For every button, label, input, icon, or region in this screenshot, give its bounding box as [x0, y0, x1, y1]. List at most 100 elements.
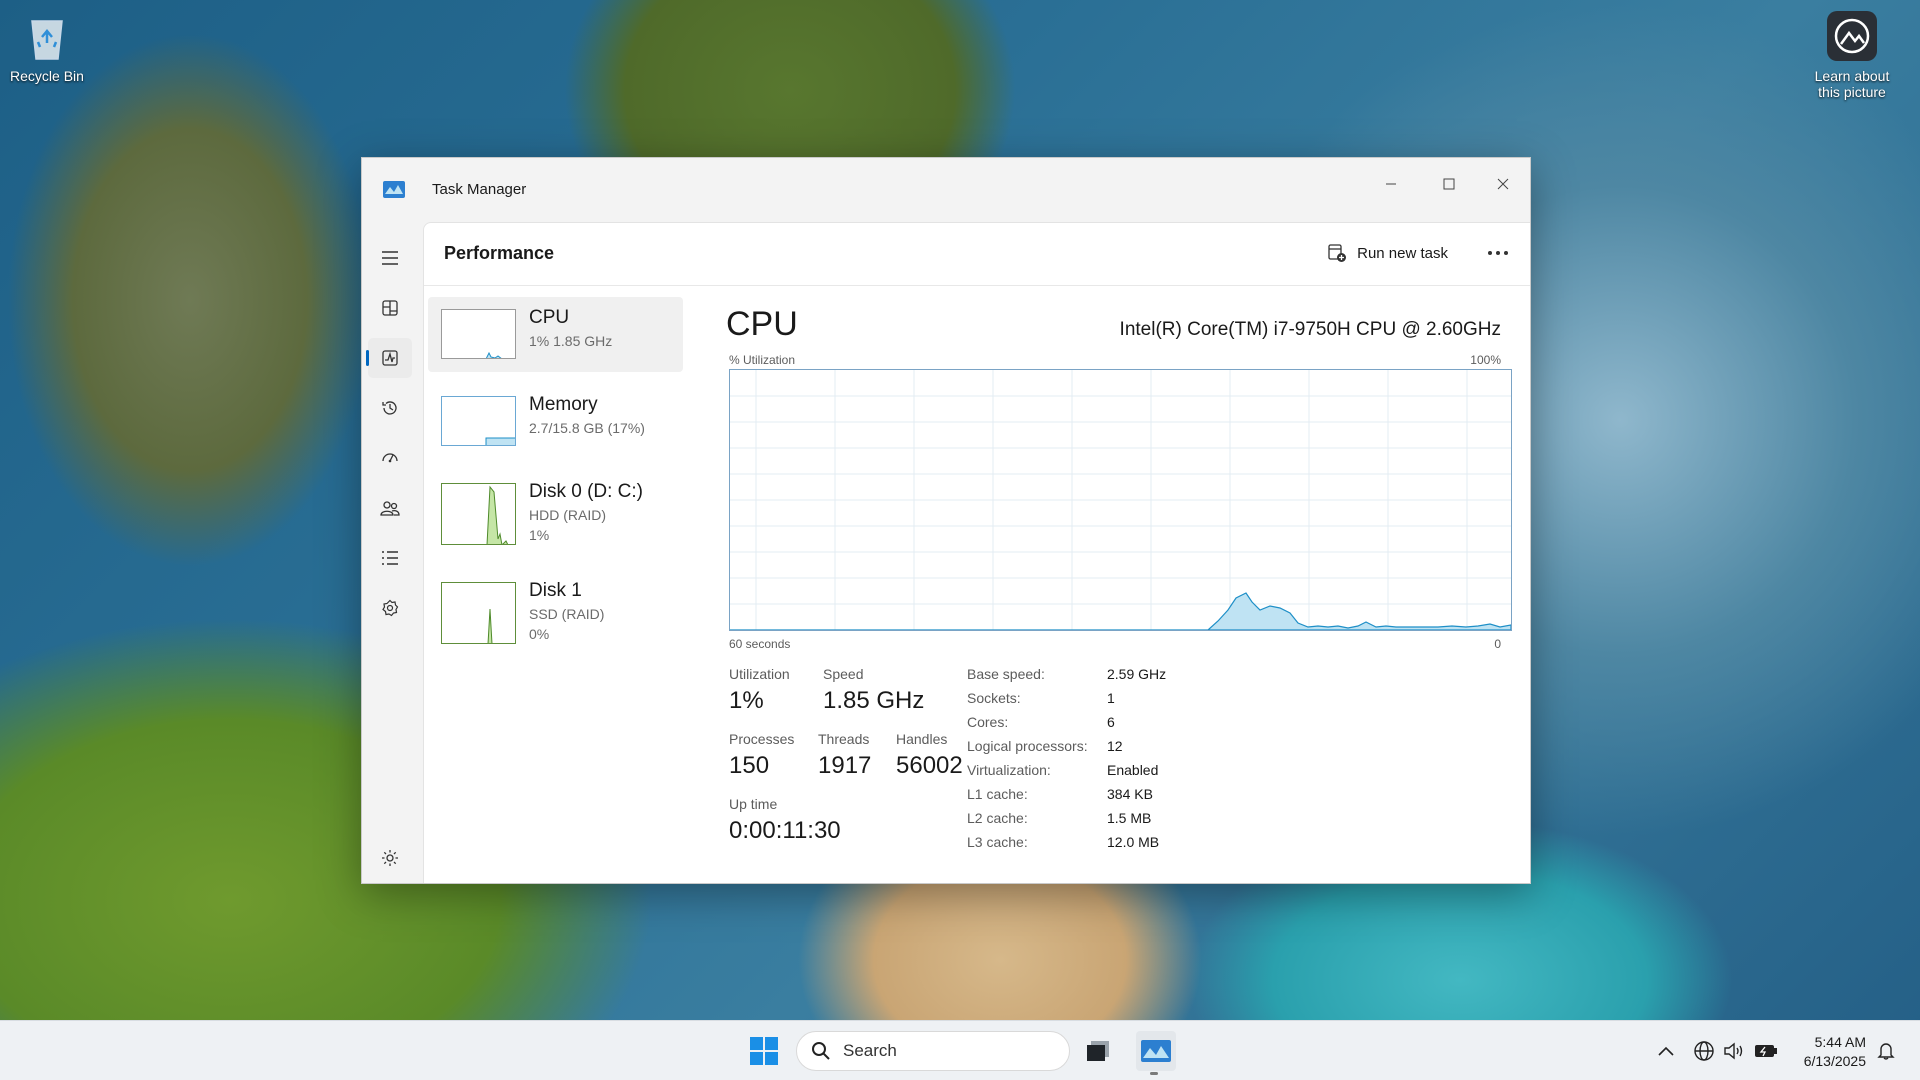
menu-icon — [382, 251, 398, 265]
clock-date: 6/13/2025 — [1803, 1053, 1866, 1069]
nav-settings[interactable] — [368, 838, 412, 878]
learn-about-label-1: Learn about — [1814, 68, 1890, 84]
disk0-thumbnail-graph — [441, 483, 516, 545]
volume-button[interactable] — [1722, 1039, 1746, 1063]
graph-y-label: % Utilization — [729, 353, 796, 367]
device-list: CPU 1% 1.85 GHz Memory 2.7/15.8 GB (17%)… — [428, 297, 683, 657]
nav-app-history[interactable] — [368, 388, 412, 428]
task-manager-taskbar-icon — [1141, 1040, 1171, 1062]
threads-label: Threads — [818, 731, 870, 747]
spec-value: 12.0 MB — [1107, 834, 1160, 850]
taskbar-search-box[interactable]: Search — [796, 1031, 1070, 1071]
learn-about-picture-icon[interactable]: Learn about this picture — [1804, 10, 1900, 100]
utilization-value: 1% — [729, 687, 764, 714]
startup-apps-icon — [382, 453, 398, 463]
task-view-button[interactable] — [1078, 1031, 1118, 1071]
device-usage: 0% — [529, 626, 550, 642]
device-detail: 2.7/15.8 GB (17%) — [529, 420, 645, 436]
spec-key: Base speed: — [967, 666, 1045, 682]
cpu-utilization-graph — [729, 369, 1512, 631]
task-view-icon — [1087, 1041, 1109, 1061]
speaker-icon — [1724, 1042, 1743, 1060]
clock-time: 5:44 AM — [1814, 1034, 1866, 1050]
nav-users[interactable] — [368, 488, 412, 528]
close-button[interactable] — [1480, 168, 1526, 200]
processes-icon — [382, 300, 398, 316]
device-disk-1[interactable]: Disk 1 SSD (RAID) 0% — [428, 570, 683, 645]
spec-key: Logical processors: — [967, 738, 1088, 754]
navigation-rail — [362, 222, 422, 883]
more-horizontal-icon — [1488, 251, 1508, 255]
spec-value: 12 — [1107, 738, 1123, 754]
cpu-model-name: Intel(R) Core(TM) i7-9750H CPU @ 2.60GHz — [1119, 319, 1501, 340]
graph-time-label: 60 seconds — [729, 637, 791, 651]
speed-label: Speed — [823, 666, 864, 682]
camera-circle-glyph — [1826, 10, 1878, 62]
users-icon — [380, 501, 400, 516]
taskbar-clock[interactable]: 5:44 AM 6/13/2025 — [1804, 1033, 1866, 1071]
device-disk-0[interactable]: Disk 0 (D: C:) HDD (RAID) 1% — [428, 471, 683, 546]
minimize-button[interactable] — [1368, 168, 1414, 200]
uptime-value: 0:00:11:30 — [729, 817, 841, 844]
task-manager-window: Task Manager Performance Run new task CP… — [361, 157, 1531, 884]
threads-value: 1917 — [818, 752, 872, 779]
device-detail: HDD (RAID) — [529, 507, 606, 523]
run-new-task-icon — [1328, 244, 1347, 262]
cpu-thumbnail-graph — [441, 309, 516, 359]
graph-max-label: 100% — [1470, 353, 1501, 367]
spec-key: L1 cache: — [967, 786, 1028, 802]
run-new-task-button[interactable]: Run new task — [1321, 237, 1454, 269]
nav-startup-apps[interactable] — [368, 438, 412, 478]
processes-label: Processes — [729, 731, 795, 747]
device-name: Memory — [529, 394, 598, 415]
title-bar[interactable]: Task Manager — [362, 158, 1530, 222]
windows-logo-icon — [750, 1037, 778, 1065]
recycle-bin-icon[interactable]: Recycle Bin — [0, 10, 95, 84]
spec-key: L3 cache: — [967, 834, 1028, 850]
device-name: Disk 1 — [529, 580, 582, 601]
show-hidden-icons-button[interactable] — [1654, 1039, 1678, 1063]
page-header: Performance Run new task — [424, 223, 1530, 286]
recycle-bin-label: Recycle Bin — [10, 68, 84, 84]
graph-min-label: 0 — [1494, 637, 1501, 651]
battery-charging-icon — [1755, 1045, 1777, 1057]
spec-key: Sockets: — [967, 690, 1021, 706]
minimize-icon — [1386, 183, 1396, 185]
network-button[interactable] — [1692, 1039, 1716, 1063]
cpu-heading: CPU — [726, 305, 798, 343]
bell-icon — [1877, 1043, 1895, 1060]
battery-button[interactable] — [1754, 1039, 1778, 1063]
spec-value: 2.59 GHz — [1107, 666, 1167, 682]
utilization-label: Utilization — [729, 666, 790, 682]
device-memory[interactable]: Memory 2.7/15.8 GB (17%) — [428, 384, 683, 459]
device-name: CPU — [529, 307, 570, 328]
search-icon — [812, 1042, 830, 1060]
cpu-usage-series — [730, 592, 1512, 631]
start-button[interactable] — [744, 1031, 784, 1071]
running-indicator — [1150, 1072, 1158, 1075]
nav-services[interactable] — [368, 588, 412, 628]
spec-value: 1 — [1107, 690, 1115, 706]
disk1-thumbnail-graph — [441, 582, 516, 644]
page-title: Performance — [444, 243, 555, 263]
taskbar-task-manager-button[interactable] — [1136, 1031, 1176, 1071]
memory-thumbnail-graph — [441, 396, 516, 446]
processes-value: 150 — [729, 752, 770, 779]
nav-processes[interactable] — [368, 288, 412, 328]
spec-key: Cores: — [967, 714, 1009, 730]
device-cpu[interactable]: CPU 1% 1.85 GHz — [428, 297, 683, 372]
uptime-label: Up time — [729, 796, 778, 812]
hamburger-menu-button[interactable] — [368, 238, 412, 278]
maximize-button[interactable] — [1426, 168, 1472, 200]
task-manager-app-icon — [382, 178, 406, 202]
device-usage: 1% — [529, 527, 550, 543]
run-new-task-label: Run new task — [1357, 244, 1448, 262]
search-placeholder: Search — [843, 1041, 897, 1060]
device-detail: 1% 1.85 GHz — [529, 333, 613, 349]
spec-value: 6 — [1107, 714, 1115, 730]
nav-performance[interactable] — [366, 338, 412, 378]
settings-icon — [382, 850, 398, 866]
notifications-button[interactable] — [1874, 1039, 1898, 1063]
nav-details[interactable] — [368, 538, 412, 578]
more-options-button[interactable] — [1480, 237, 1516, 269]
